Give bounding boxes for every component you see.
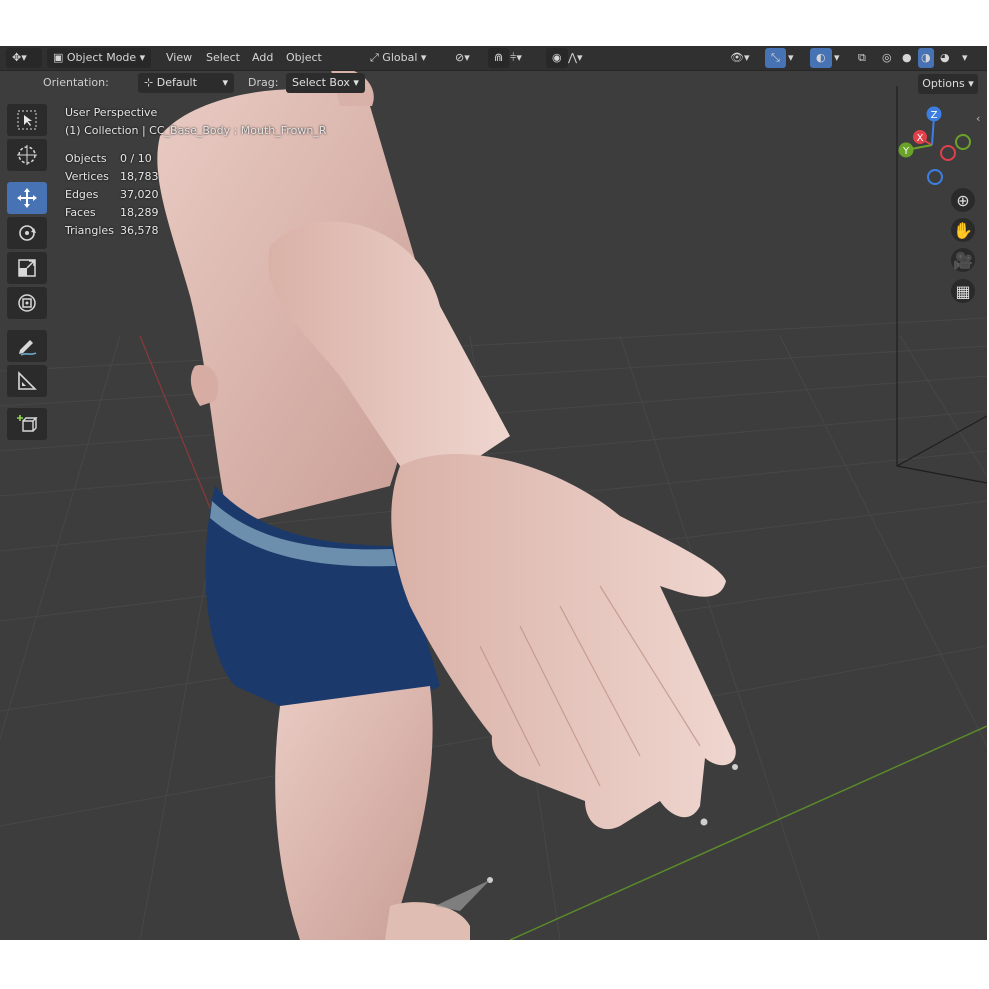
stat-triangles: Triangles 36,578: [65, 222, 159, 240]
chevron-down-icon: ▾: [962, 51, 968, 64]
scene-statistics: Objects 0 / 10 Vertices 18,783 Edges 37,020…: [65, 150, 159, 240]
stat-faces: Faces 18,289: [65, 204, 159, 222]
add-cube-tool[interactable]: [7, 408, 47, 440]
overlays-dropdown[interactable]: ▾: [834, 48, 840, 68]
chevron-left-icon: ‹: [976, 112, 981, 125]
options-dropdown[interactable]: Options ▾: [918, 74, 978, 94]
page-margin: [0, 940, 989, 989]
stat-value: 37,020: [120, 188, 159, 201]
solid-shading-icon: ●: [902, 51, 912, 64]
snap-target-button[interactable]: ⫩▾: [510, 48, 522, 68]
options-label: Options: [922, 77, 965, 90]
move-icon: [17, 188, 37, 208]
gizmo-neg-y-axis[interactable]: [955, 134, 971, 150]
measure-icon: [18, 371, 37, 390]
shading-material[interactable]: ◑: [918, 48, 934, 68]
cursor-tool[interactable]: [7, 139, 47, 171]
stat-value: 18,289: [120, 206, 159, 219]
3d-viewport-icon: ✥▾: [12, 51, 27, 64]
chevron-down-icon: ▾: [964, 77, 974, 90]
transform-tool[interactable]: [7, 287, 47, 319]
navigation-gizmo[interactable]: Z X Y: [890, 100, 980, 190]
camera-view-button[interactable]: 🎥: [951, 248, 975, 272]
gizmo-neg-x-axis[interactable]: [940, 145, 956, 161]
xray-icon: ⧉: [858, 51, 866, 64]
viewport-info: User Perspective (1) Collection | CC_Bas…: [65, 58, 326, 140]
gizmo-neg-z-axis[interactable]: [927, 169, 943, 185]
gizmo-x-label: X: [917, 133, 924, 144]
annotate-tool[interactable]: [7, 330, 47, 362]
gizmo-icon: ⤡: [771, 51, 780, 64]
orientation-icon: ⤢: [370, 51, 383, 64]
chevron-down-icon: ▾: [349, 76, 359, 89]
scale-icon: [18, 259, 36, 277]
perspective-toggle[interactable]: ▦: [951, 279, 975, 303]
view-name: User Perspective: [65, 106, 158, 119]
scale-tool[interactable]: [7, 252, 47, 284]
eye-icon: 👁▾: [730, 51, 750, 64]
snap-button[interactable]: ⋒: [488, 48, 510, 68]
stat-value: 36,578: [120, 224, 159, 237]
editor-type-button[interactable]: ✥▾: [6, 48, 42, 68]
stat-label: Edges: [65, 188, 99, 201]
pivot-point-button[interactable]: ⊘▾: [455, 48, 470, 68]
shading-wireframe[interactable]: ◎: [882, 48, 892, 68]
move-tool[interactable]: [7, 182, 47, 214]
shading-dropdown[interactable]: ▾: [962, 48, 968, 68]
pivot-icon: ⊘▾: [455, 51, 470, 64]
overlays-icon: ◐: [816, 51, 826, 64]
proportional-edit-button[interactable]: ◉: [546, 48, 568, 68]
grid-icon: ▦: [955, 281, 971, 301]
shading-solid[interactable]: ●: [902, 48, 912, 68]
stat-objects: Objects 0 / 10: [65, 150, 159, 168]
pan-button[interactable]: ✋: [951, 218, 975, 242]
rotate-tool[interactable]: [7, 217, 47, 249]
rotate-icon: [19, 225, 36, 241]
stat-edges: Edges 37,020: [65, 186, 159, 204]
xray-toggle[interactable]: ⧉: [858, 48, 866, 68]
rendered-shading-icon: ◕: [940, 51, 950, 64]
sidebar-toggle[interactable]: ‹: [976, 112, 980, 125]
stat-label: Objects: [65, 152, 107, 165]
hand-icon: ✋: [953, 220, 973, 240]
shading-rendered[interactable]: ◕: [940, 48, 950, 68]
gizmo-toggle[interactable]: ⤡: [765, 48, 786, 68]
gizmo-dropdown[interactable]: ▾: [788, 48, 794, 68]
stat-label: Faces: [65, 206, 96, 219]
chevron-down-icon: ▾: [834, 51, 840, 64]
zoom-icon: ⊕: [956, 190, 970, 210]
annotate-icon: [19, 340, 37, 356]
select-box-tool[interactable]: [7, 104, 47, 136]
transform-icon: [18, 294, 36, 312]
stat-label: Vertices: [65, 170, 109, 183]
gizmo-y-label: Y: [902, 146, 910, 157]
wireframe-shading-icon: ◎: [882, 51, 892, 64]
chevron-down-icon: ▾: [788, 51, 794, 64]
camera-icon: 🎥: [953, 250, 973, 270]
visibility-button[interactable]: 👁▾: [730, 48, 750, 68]
magnet-icon: ⋒: [494, 51, 504, 64]
orientation-label: Global: [382, 51, 418, 64]
falloff-icon: ⋀▾: [568, 51, 583, 64]
transform-orientation-dropdown[interactable]: ⤢ Global ▾: [370, 48, 426, 68]
material-shading-icon: ◑: [921, 51, 931, 64]
stat-value: 0 / 10: [120, 152, 152, 165]
toolbar: [7, 104, 47, 443]
select-box-icon: [17, 110, 37, 130]
zoom-button[interactable]: ⊕: [951, 188, 975, 212]
stat-vertices: Vertices 18,783: [65, 168, 159, 186]
snap-target-icon: ⫩▾: [510, 51, 522, 64]
gizmo-z-label: Z: [931, 110, 938, 121]
overlays-toggle[interactable]: ◐: [810, 48, 832, 68]
falloff-button[interactable]: ⋀▾: [568, 48, 583, 68]
stat-label: Triangles: [65, 224, 114, 237]
measure-tool[interactable]: [7, 365, 47, 397]
cursor-icon: [17, 145, 37, 165]
add-cube-icon: [17, 415, 38, 432]
stat-value: 18,783: [120, 170, 159, 183]
proportional-edit-icon: ◉: [552, 51, 562, 64]
chevron-down-icon: ▾: [417, 51, 427, 64]
collection-line: (1) Collection | CC_Base_Body : Mouth_Fr…: [65, 124, 327, 137]
